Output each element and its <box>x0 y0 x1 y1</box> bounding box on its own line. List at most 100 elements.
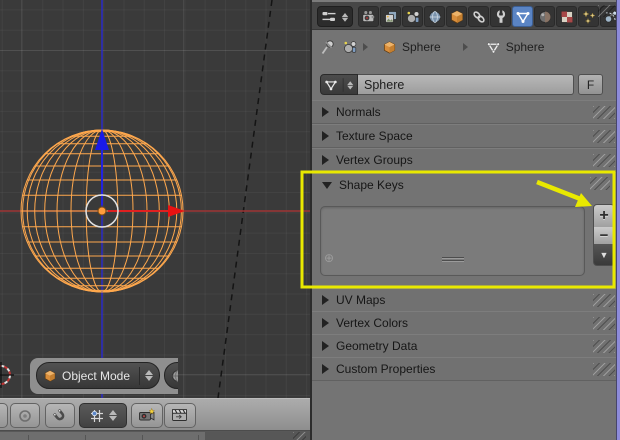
checker-icon <box>560 10 573 23</box>
render-still-button[interactable] <box>131 403 163 428</box>
panel-header-texture-space[interactable]: Texture Space <box>312 124 620 148</box>
render-camera-icon <box>139 408 155 421</box>
mode-toolbar: Object Mode <box>30 358 178 394</box>
breadcrumb: Sphere Sphere <box>312 30 620 64</box>
tab-render-layers[interactable] <box>380 6 401 27</box>
material-icon <box>538 10 551 23</box>
panel-drag-grip[interactable] <box>593 130 615 143</box>
clapperboard-icon <box>172 409 187 421</box>
panel-header-vertex-colors[interactable]: Vertex Colors <box>312 311 620 335</box>
sparkles-icon <box>581 9 596 24</box>
panel-label: Geometry Data <box>336 339 418 353</box>
panel-drag-grip[interactable] <box>593 294 615 307</box>
viewport-scene <box>0 0 310 398</box>
mode-dropdown[interactable]: Object Mode <box>36 362 160 389</box>
shape-keys-specials-button[interactable]: ▼ <box>593 244 615 266</box>
plus-icon: + <box>599 207 609 224</box>
properties-header <box>312 0 620 30</box>
tab-render[interactable] <box>358 6 379 27</box>
shape-keys-add-button[interactable]: + <box>593 204 615 228</box>
layers-icon <box>384 10 397 23</box>
panel-header-shape-keys[interactable]: Shape Keys <box>322 178 404 192</box>
panel-label: Vertex Groups <box>336 153 413 167</box>
fake-user-button[interactable]: F <box>578 74 603 95</box>
panel-drag-grip[interactable] <box>593 106 615 119</box>
panel-drag-grip[interactable] <box>593 363 615 376</box>
editor-type-selector[interactable] <box>317 6 353 27</box>
list-resize-handle[interactable] <box>442 257 464 263</box>
panel-drag-grip[interactable] <box>593 340 615 353</box>
panel-header-uv-maps[interactable]: UV Maps <box>312 288 620 312</box>
proportional-editing-button[interactable] <box>10 403 40 428</box>
expand-arrow-icon <box>322 295 329 305</box>
properties-sliders-icon <box>322 12 336 21</box>
datablock-name-input[interactable] <box>358 74 574 95</box>
shape-keys-list[interactable] <box>320 206 585 276</box>
snap-element-dropdown[interactable] <box>79 403 127 428</box>
manipulator-z-arrow[interactable] <box>95 129 109 150</box>
viewport-shading-dropdown[interactable] <box>164 362 178 389</box>
cube-icon[interactable] <box>382 40 397 55</box>
tab-modifiers[interactable] <box>490 6 511 27</box>
3d-viewport[interactable]: Object Mode <box>0 0 310 440</box>
object-origin <box>97 206 107 216</box>
scene-icon[interactable] <box>342 39 358 55</box>
context-tabs <box>358 6 620 27</box>
mesh-data-icon <box>516 11 529 23</box>
mesh-data-icon[interactable] <box>486 40 501 55</box>
properties-editor: Sphere Sphere F Normals <box>310 0 620 440</box>
panel-header-geometry-data[interactable]: Geometry Data <box>312 334 620 358</box>
pin-icon[interactable] <box>320 39 336 56</box>
breadcrumb-object-label[interactable]: Sphere <box>402 40 441 54</box>
camera-icon <box>361 9 374 22</box>
expand-arrow-icon <box>322 155 329 165</box>
dropdown-arrows-icon <box>342 77 353 92</box>
panel-header-custom-properties[interactable]: Custom Properties <box>312 357 620 381</box>
dropdown-arrows-icon <box>139 366 153 385</box>
cube-icon <box>44 369 56 382</box>
scene-icon <box>406 10 419 23</box>
panel-drag-grip[interactable] <box>593 317 615 330</box>
clipped-button[interactable] <box>0 403 8 428</box>
mode-label: Object Mode <box>62 368 131 383</box>
dropdown-arrows-icon <box>341 9 349 23</box>
blender-window: Object Mode Sphere Sphere Sphere F Norma… <box>0 0 620 440</box>
panel-header-normals[interactable]: Normals <box>312 100 620 124</box>
panel-shape-keys: Shape Keys ⊕ + − ▼ <box>312 172 620 288</box>
tab-particles[interactable] <box>578 6 599 27</box>
panel-header-vertex-groups[interactable]: Vertex Groups <box>312 148 620 172</box>
collapse-arrow-icon <box>322 181 332 189</box>
panel-label: UV Maps <box>336 293 386 307</box>
world-icon <box>428 10 441 23</box>
wrench-icon <box>496 9 505 23</box>
panel-label: Normals <box>336 105 381 119</box>
snap-toggle-button[interactable] <box>45 403 75 428</box>
panel-drag-grip[interactable] <box>590 177 610 190</box>
region-corner-grip[interactable] <box>598 5 615 17</box>
expand-arrow-icon <box>322 341 329 351</box>
tab-constraints[interactable] <box>468 6 489 27</box>
expand-arrow-icon <box>322 318 329 328</box>
panel-label: Texture Space <box>336 129 413 143</box>
region-resize-grip[interactable] <box>293 432 306 440</box>
panel-label: Custom Properties <box>336 362 436 376</box>
tab-scene[interactable] <box>402 6 423 27</box>
viewport-header <box>0 398 310 431</box>
tab-object-data[interactable] <box>512 6 533 27</box>
datablock-browse-button[interactable] <box>320 74 358 95</box>
3d-cursor <box>0 362 14 388</box>
panel-label: Shape Keys <box>339 178 404 192</box>
breadcrumb-data-label[interactable]: Sphere <box>506 40 545 54</box>
breadcrumb-arrow-icon <box>462 43 468 51</box>
tab-material[interactable] <box>534 6 555 27</box>
shape-keys-remove-button[interactable]: − <box>593 227 615 245</box>
tab-world[interactable] <box>424 6 445 27</box>
editor-divider-strip <box>0 431 310 440</box>
render-animation-button[interactable] <box>164 403 196 428</box>
tab-texture[interactable] <box>556 6 577 27</box>
mesh-data-icon <box>324 80 337 90</box>
panel-drag-grip[interactable] <box>593 154 615 167</box>
chain-icon <box>472 10 485 23</box>
tab-object[interactable] <box>446 6 467 27</box>
window-right-edge <box>616 0 620 440</box>
